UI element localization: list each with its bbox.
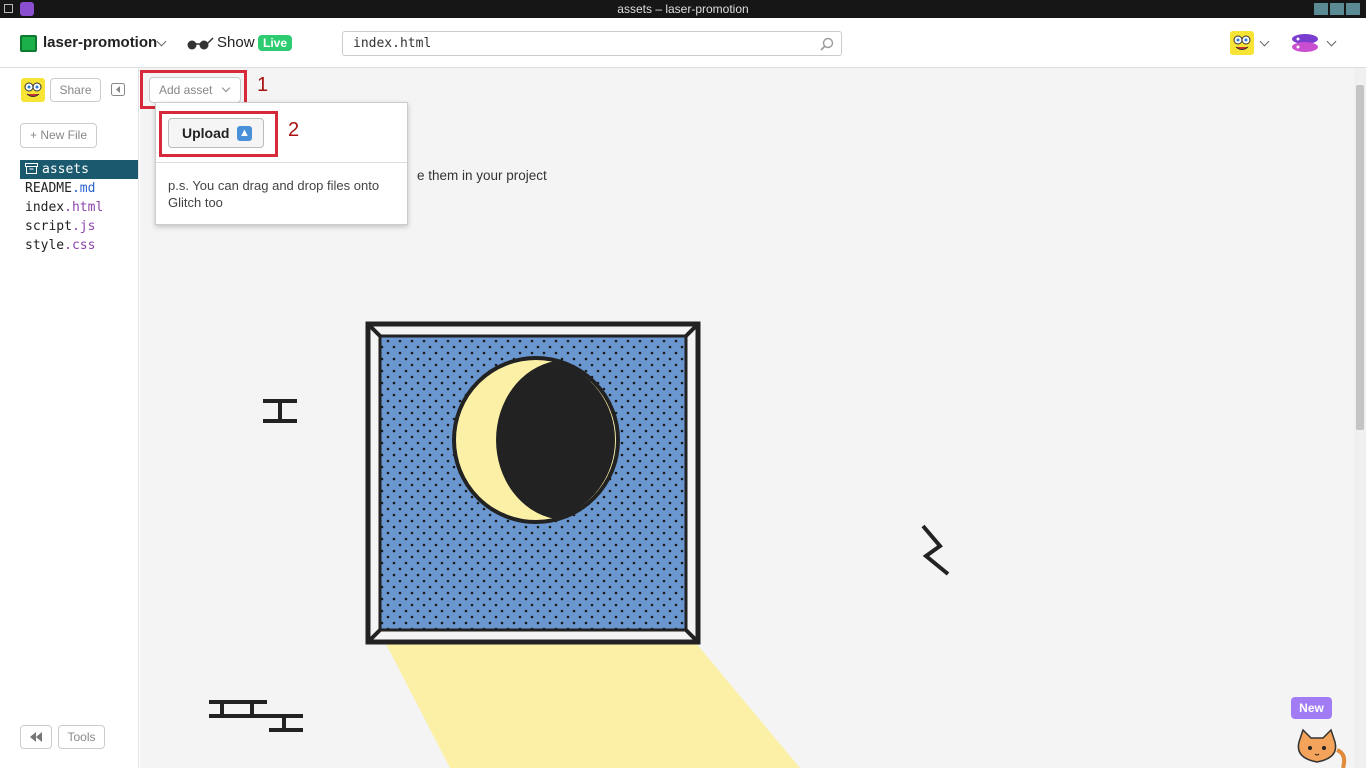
share-button[interactable]: Share bbox=[50, 78, 101, 102]
minimize-button[interactable] bbox=[1314, 3, 1328, 15]
tools-button[interactable]: Tools bbox=[58, 725, 105, 749]
cat-mascot-icon[interactable] bbox=[1293, 728, 1349, 768]
project-avatar[interactable] bbox=[20, 77, 46, 103]
chevron-down-icon[interactable] bbox=[156, 36, 167, 47]
file-list: assets README.md index.html script.js st… bbox=[20, 160, 138, 255]
file-readme[interactable]: README.md bbox=[20, 179, 138, 198]
file-ext: .md bbox=[71, 181, 96, 196]
deco-bricks bbox=[209, 700, 303, 732]
file-ext: .js bbox=[71, 219, 96, 234]
team-avatar[interactable] bbox=[1290, 30, 1322, 56]
window-titlebar: assets – laser-promotion bbox=[0, 0, 1366, 18]
file-script-js[interactable]: script.js bbox=[20, 217, 138, 236]
search-value: index.html bbox=[353, 36, 432, 51]
top-header: laser-promotion Show Live index.html bbox=[0, 18, 1366, 68]
assets-hint-text: e them in your project bbox=[417, 168, 547, 183]
user-avatar[interactable] bbox=[1229, 30, 1255, 56]
sidebar: Share + New File assets README.md index.… bbox=[0, 68, 139, 768]
drag-drop-tip: p.s. You can drag and drop files onto Gl… bbox=[168, 178, 380, 210]
file-assets[interactable]: assets bbox=[20, 160, 138, 179]
glasses-icon[interactable] bbox=[186, 35, 214, 51]
deco-mark bbox=[921, 524, 950, 576]
annotation-label-1: 1 bbox=[257, 74, 269, 96]
file-name: style bbox=[25, 238, 65, 253]
file-style-css[interactable]: style.css bbox=[20, 236, 138, 255]
show-button[interactable]: Show bbox=[217, 34, 255, 51]
chevron-down-icon[interactable] bbox=[1326, 36, 1337, 47]
close-button[interactable] bbox=[1346, 3, 1360, 15]
project-icon[interactable] bbox=[20, 35, 37, 52]
chevron-down-icon[interactable] bbox=[1259, 36, 1270, 47]
new-badge[interactable]: New bbox=[1291, 697, 1332, 719]
rewind-button[interactable] bbox=[20, 725, 52, 749]
deco-mark bbox=[263, 399, 297, 423]
scrollbar[interactable] bbox=[1354, 68, 1366, 768]
archive-icon bbox=[25, 163, 38, 174]
new-file-button[interactable]: + New File bbox=[20, 123, 97, 148]
assets-panel: e them in your project Add asset 1 Uploa… bbox=[140, 68, 1366, 768]
search-input[interactable]: index.html bbox=[342, 31, 842, 56]
file-name: README bbox=[25, 181, 72, 196]
scrollbar-thumb[interactable] bbox=[1356, 85, 1364, 430]
live-badge[interactable]: Live bbox=[258, 35, 293, 51]
file-index-html[interactable]: index.html bbox=[20, 198, 138, 217]
annotation-label-2: 2 bbox=[288, 119, 300, 141]
rewind-icon bbox=[30, 732, 42, 742]
maximize-button[interactable] bbox=[1330, 3, 1344, 15]
collapse-sidebar-icon[interactable] bbox=[111, 83, 125, 96]
window-title: assets – laser-promotion bbox=[617, 2, 749, 16]
file-name: index bbox=[25, 200, 65, 215]
file-ext: .html bbox=[64, 200, 104, 215]
search-icon bbox=[820, 37, 834, 51]
annotation-box-2 bbox=[159, 111, 278, 157]
file-name: script bbox=[25, 219, 72, 234]
project-name[interactable]: laser-promotion bbox=[43, 34, 157, 51]
file-ext: .css bbox=[64, 238, 96, 253]
file-name: assets bbox=[42, 162, 89, 177]
light-beam bbox=[385, 642, 800, 768]
